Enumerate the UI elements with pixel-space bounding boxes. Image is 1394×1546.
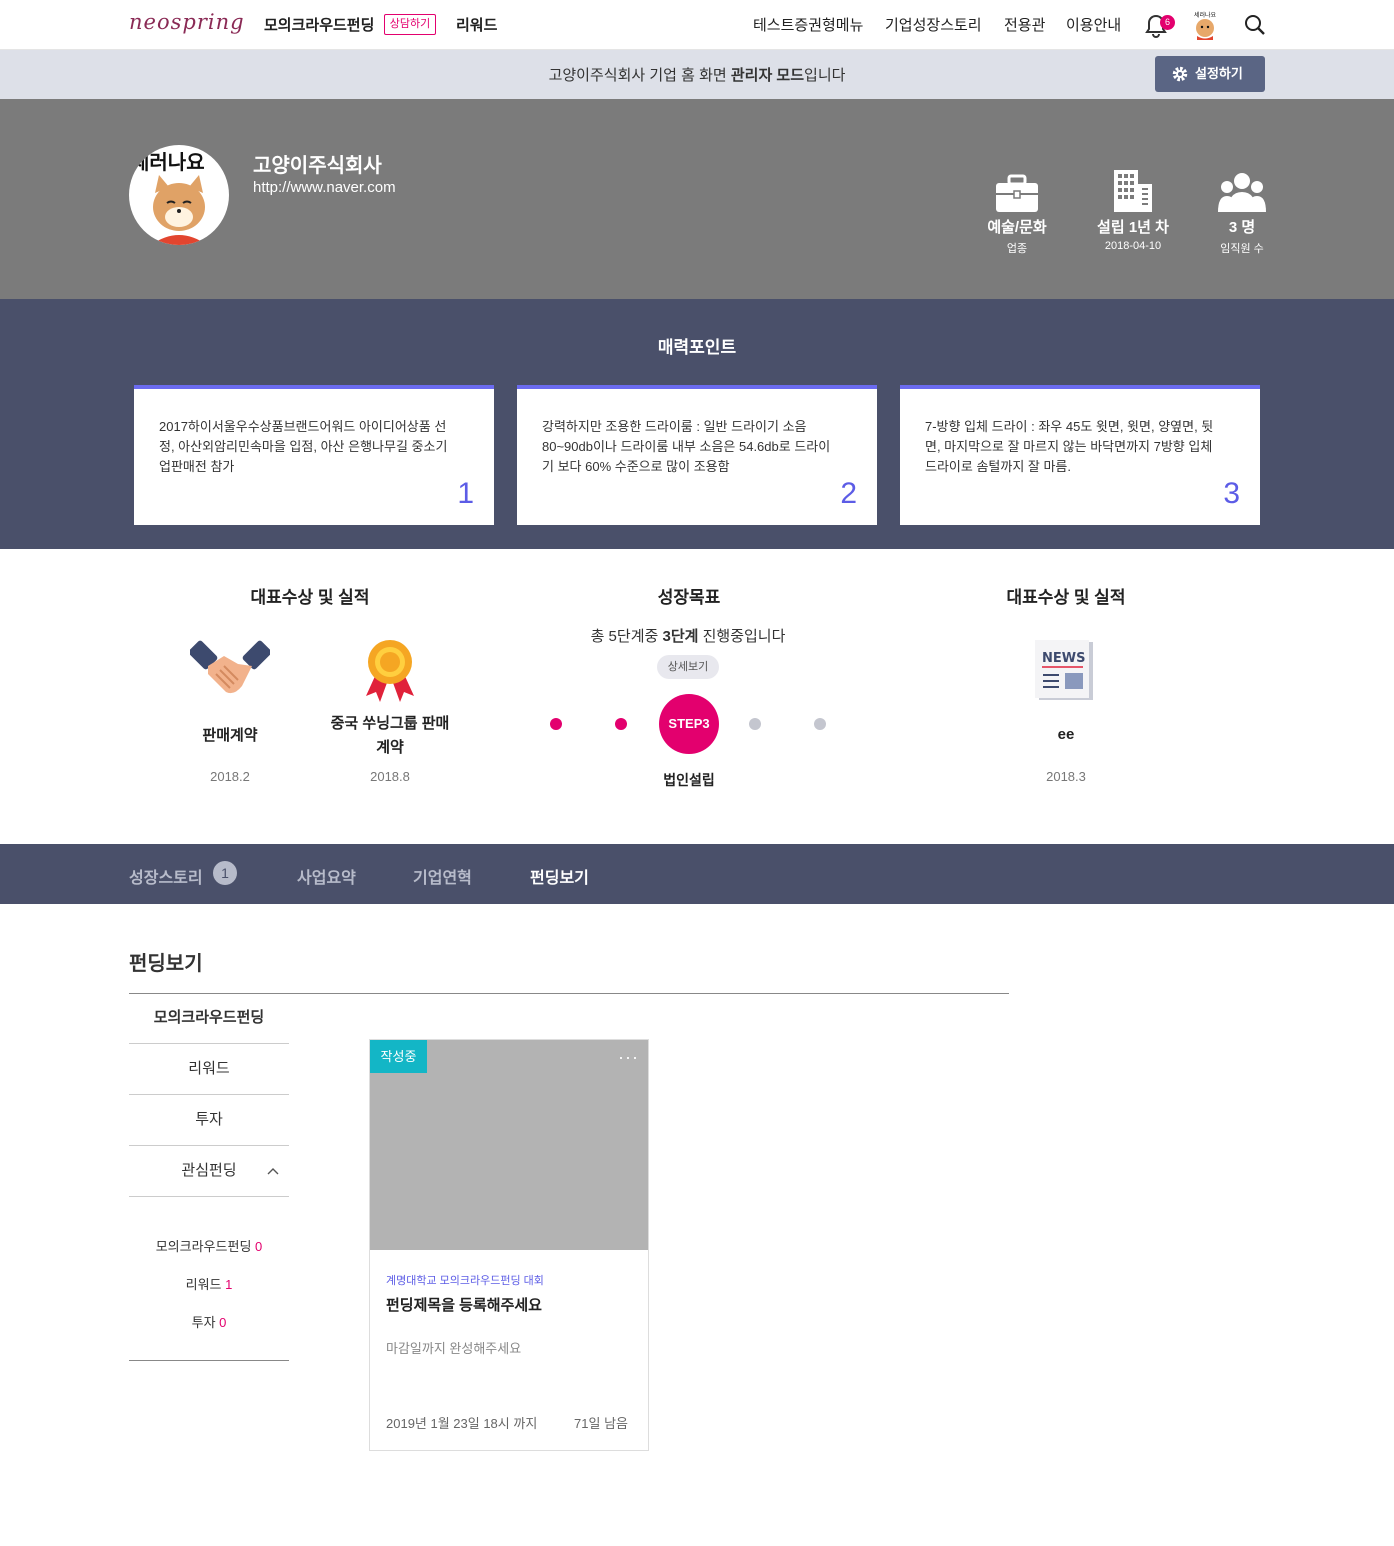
stat-founded-date: 2018-04-10 (1104, 240, 1162, 252)
charm-points-section: 매력포인트 2017하이서울우수상품브랜드어워드 아이디어상품 선정, 아산외암… (0, 299, 1394, 549)
tab-growth-story-count: 1 (213, 861, 237, 885)
sidebar-item-investment[interactable]: 투자 (129, 1095, 289, 1146)
stat-employees: 3 명 임직원 수 (1197, 159, 1287, 256)
search-icon[interactable] (1244, 14, 1266, 36)
achievement-date: 2018.2 (210, 769, 250, 784)
step-dot (814, 718, 826, 730)
stat-industry: 예술/문화 업종 (972, 159, 1062, 256)
settings-label: 설정하기 (1195, 66, 1243, 81)
briefcase-icon (972, 159, 1062, 214)
admin-mode-bar: 고양이주식회사 기업 홈 화면 관리자 모드입니다 설정하기 (0, 50, 1394, 99)
news-icon: NEWS (1035, 640, 1097, 707)
sidebar-item-interest-funding[interactable]: 관심펀딩 (129, 1146, 289, 1197)
company-tab-bar: 성장스토리 1 사업요약 기업연혁 펀딩보기 (0, 844, 1394, 904)
nav-growth-story[interactable]: 기업성장스토리 (885, 14, 982, 35)
more-options-icon[interactable]: ··· (618, 1048, 639, 1066)
current-step-name: 법인설립 (663, 772, 715, 788)
top-navigation: neospring 모의크라우드펀딩 상담하기 리워드 테스트증권형메뉴 기업성… (0, 0, 1394, 50)
stat-founded-value: 설립 1년 차 (1097, 219, 1169, 236)
interest-sub-item-investment[interactable]: 투자 0 (129, 1312, 289, 1331)
settings-button[interactable]: 설정하기 (1155, 56, 1265, 92)
charm-point-card: 2017하이서울우수상품브랜드어워드 아이디어상품 선정, 아산외암리민속마을 … (134, 385, 494, 525)
svg-text:세러나요: 세러나요 (131, 150, 205, 174)
company-name: 고양이주식회사 (253, 155, 382, 177)
funding-card-title: 펀딩제목을 등록해주세요 (386, 1297, 542, 1314)
nav-exclusive-hall[interactable]: 전용관 (1004, 14, 1045, 35)
divider (129, 1360, 289, 1361)
stat-employees-label: 임직원 수 (1220, 243, 1264, 255)
company-url-link[interactable]: http://www.naver.com (253, 179, 396, 196)
tab-business-summary[interactable]: 사업요약 (297, 864, 356, 888)
growth-goal-title: 성장목표 (657, 588, 721, 607)
funding-card-remaining: 71일 남음 (574, 1416, 628, 1431)
sidebar-item-label: 관심펀딩 (181, 1162, 237, 1179)
charm-point-number: 1 (457, 477, 474, 510)
consult-badge-button[interactable]: 상담하기 (384, 14, 436, 35)
charm-point-card: 7-방향 입체 드라이 : 좌우 45도 윗면, 윗면, 양옆면, 뒷면, 마지… (900, 385, 1260, 525)
growth-goal-text: 총 5단계중 3단계 진행중입니다 (590, 628, 786, 645)
achievement-date: 2018.3 (1046, 769, 1086, 784)
nav-test-securities-menu[interactable]: 테스트증권형메뉴 (753, 14, 863, 35)
company-hero: 세러나요 고양이주식회사 http://www.naver.com 예술/문화 … (0, 99, 1394, 299)
notification-count-badge: 6 (1160, 15, 1175, 30)
achievements-title: 대표수상 및 실적 (250, 588, 370, 607)
funding-card-description: 마감일까지 완성해주세요 (386, 1341, 522, 1356)
chevron-up-icon (267, 1168, 279, 1175)
medal-icon (362, 638, 418, 709)
funding-section-title: 펀딩보기 (129, 953, 203, 975)
step-dot (749, 718, 761, 730)
current-step-circle: STEP3 (659, 694, 719, 754)
step-dot (615, 718, 627, 730)
company-logo: 세러나요 (129, 145, 229, 245)
interest-sub-item-reward[interactable]: 리워드 1 (129, 1274, 289, 1293)
svg-text:NEWS: NEWS (1042, 651, 1085, 666)
charm-point-number: 2 (840, 477, 857, 510)
charm-point-card: 강력하지만 조용한 드라이룸 : 일반 드라이기 소음 80~90db이나 드라… (517, 385, 877, 525)
funding-card[interactable]: 작성중 ··· 계명대학교 모의크라우드펀딩 대회 펀딩제목을 등록해주세요 마… (369, 1039, 649, 1451)
stat-industry-label: 업종 (1006, 243, 1028, 255)
achievement-label: 중국 쑤닝그룹 판매계약 (330, 715, 450, 756)
building-icon (1088, 159, 1178, 214)
charm-points-title: 매력포인트 (657, 338, 737, 357)
user-avatar[interactable]: 세러나요 (1191, 10, 1219, 40)
tab-funding-view[interactable]: 펀딩보기 (530, 864, 589, 888)
charm-point-text: 강력하지만 조용한 드라이룸 : 일반 드라이기 소음 80~90db이나 드라… (542, 419, 831, 474)
neospring-logo[interactable]: neospring (129, 10, 245, 34)
nav-guide[interactable]: 이용안내 (1066, 14, 1121, 35)
nav-reward-link[interactable]: 리워드 (456, 14, 497, 35)
achievement-date: 2018.8 (370, 769, 410, 784)
detail-view-button[interactable]: 상세보기 (657, 655, 719, 679)
people-icon (1197, 159, 1287, 214)
status-badge: 작성중 (370, 1040, 427, 1073)
interest-sub-item-mock[interactable]: 모의크라우드펀딩 0 (129, 1236, 289, 1255)
charm-point-text: 7-방향 입체 드라이 : 좌우 45도 윗면, 윗면, 양옆면, 뒷면, 마지… (925, 419, 1214, 474)
tab-company-history[interactable]: 기업연혁 (413, 864, 472, 888)
charm-point-text: 2017하이서울우수상품브랜드어워드 아이디어상품 선정, 아산외암리민속마을 … (159, 419, 448, 474)
nav-funding-link[interactable]: 모의크라우드펀딩 (264, 14, 374, 35)
tab-growth-story[interactable]: 성장스토리 (129, 864, 203, 888)
stat-industry-value: 예술/문화 (987, 219, 1047, 236)
achievement-label: ee (1057, 726, 1075, 743)
achievement-label: 판매계약 (202, 727, 258, 744)
funding-card-event: 계명대학교 모의크라우드펀딩 대회 (386, 1275, 544, 1287)
gear-icon (1172, 66, 1188, 82)
funding-card-deadline: 2019년 1월 23일 18시 까지 (386, 1416, 538, 1431)
sidebar-item-reward[interactable]: 리워드 (129, 1044, 289, 1095)
achievements-title: 대표수상 및 실적 (1006, 588, 1126, 607)
svg-text:세러나요: 세러나요 (1194, 11, 1217, 19)
charm-point-number: 3 (1223, 477, 1240, 510)
stat-employees-value: 3 명 (1228, 219, 1256, 236)
sidebar-item-mock-crowdfunding[interactable]: 모의크라우드펀딩 (129, 993, 289, 1044)
stat-founded: 설립 1년 차 2018-04-10 (1088, 159, 1178, 252)
handshake-icon (188, 640, 272, 705)
step-dot (550, 718, 562, 730)
